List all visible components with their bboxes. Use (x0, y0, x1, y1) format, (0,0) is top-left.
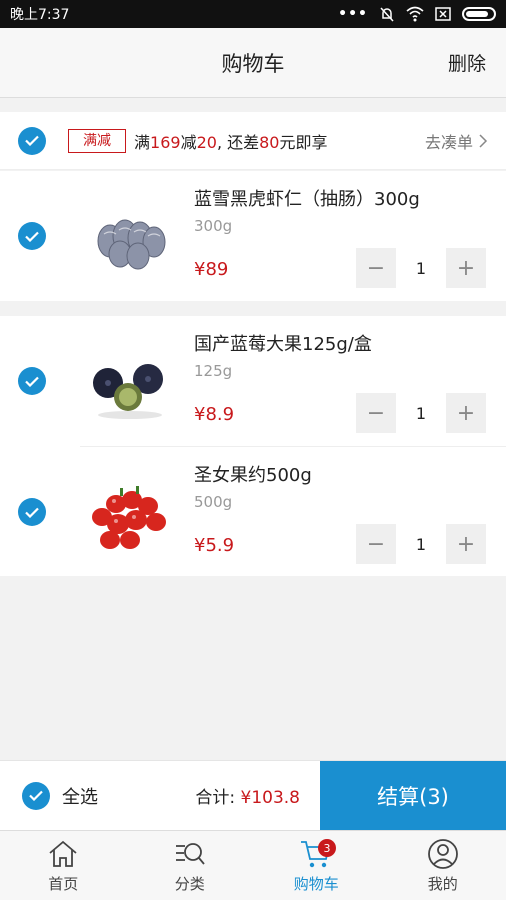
mute-bell-icon (380, 7, 394, 22)
battery-icon (462, 7, 496, 21)
tab-label: 分类 (174, 875, 205, 893)
promo-tag: 满减 (68, 128, 126, 153)
checkmark-icon (29, 790, 43, 801)
increase-quantity-button[interactable]: + (446, 393, 486, 433)
cart-group: 国产蓝莓大果125g/盒 125g ¥8.9 − 1 + 圣女果约500g 50… (0, 316, 506, 576)
item-name[interactable]: 国产蓝莓大果125g/盒 (194, 330, 372, 356)
increase-quantity-button[interactable]: + (446, 248, 486, 288)
delete-button[interactable]: 删除 (448, 49, 486, 76)
shrimp-image[interactable] (80, 186, 180, 286)
checkout-button[interactable]: 结算(3) (320, 760, 506, 831)
quantity-stepper: − 1 + (356, 393, 486, 433)
decrease-quantity-button[interactable]: − (356, 248, 396, 288)
item-price: ¥5.9 (194, 535, 235, 556)
cart-item: 圣女果约500g 500g ¥5.9 − 1 + (18, 446, 506, 576)
status-bar: 晚上7:37 ••• (0, 0, 506, 28)
item-select-checkbox[interactable] (18, 367, 46, 395)
item-spec: 300g (194, 217, 233, 235)
cart-item: 国产蓝莓大果125g/盒 125g ¥8.9 − 1 + (0, 316, 506, 446)
decrease-quantity-button[interactable]: − (356, 393, 396, 433)
item-price: ¥8.9 (194, 404, 235, 425)
item-spec: 125g (194, 362, 233, 380)
checkmark-icon (25, 135, 39, 146)
more-notifications-icon: ••• (338, 6, 368, 22)
promo-select-checkbox[interactable] (18, 126, 46, 155)
promo-row: 满减 满169减20, 还差80元即享 去凑单 (0, 112, 506, 170)
checkmark-icon (25, 376, 39, 387)
tab-category[interactable]: 分类 (127, 831, 254, 900)
tab-profile[interactable]: 我的 (380, 831, 506, 900)
tab-cart[interactable]: 3 购物车 (253, 831, 380, 900)
status-time: 晚上7:37 (10, 7, 70, 23)
item-name[interactable]: 蓝雪黑虎虾仁（抽肠）300g (194, 185, 420, 211)
quantity-value[interactable]: 1 (396, 393, 446, 433)
item-spec: 500g (194, 493, 233, 511)
cherry-tomato-image[interactable] (80, 462, 180, 562)
select-all-checkbox[interactable] (22, 781, 50, 810)
quantity-stepper: − 1 + (356, 524, 486, 564)
blueberry-image[interactable] (80, 331, 180, 431)
quantity-value[interactable]: 1 (396, 524, 446, 564)
wifi-icon (406, 6, 424, 22)
select-all-label[interactable]: 全选 (62, 783, 98, 809)
promo-text: 满169减20, 还差80元即享 (134, 132, 328, 152)
bottom-tab-bar: 首页 分类 3 购物车 我的 (0, 830, 506, 900)
decrease-quantity-button[interactable]: − (356, 524, 396, 564)
checkout-bar: 全选 合计: ¥103.8 结算(3) (0, 760, 506, 831)
item-select-checkbox[interactable] (18, 222, 46, 250)
tab-label: 我的 (427, 875, 458, 893)
no-sim-icon (435, 7, 451, 21)
cart-item: 蓝雪黑虎虾仁（抽肠）300g 300g ¥89 − 1 + (0, 171, 506, 301)
checkmark-icon (25, 507, 39, 518)
tab-label: 购物车 (293, 875, 339, 893)
page-header: 购物车 删除 (0, 28, 506, 98)
tab-home[interactable]: 首页 (0, 831, 127, 900)
total-price: 合计: ¥103.8 (195, 788, 300, 808)
tab-label: 首页 (48, 875, 79, 893)
add-on-items-link[interactable]: 去凑单 (425, 129, 488, 153)
page-title: 购物车 (221, 51, 285, 76)
cart-group: 蓝雪黑虎虾仁（抽肠）300g 300g ¥89 − 1 + (0, 171, 506, 301)
quantity-value[interactable]: 1 (396, 248, 446, 288)
item-select-checkbox[interactable] (18, 498, 46, 526)
category-search-icon (175, 843, 205, 865)
chevron-right-icon (479, 133, 488, 148)
profile-icon (427, 839, 458, 869)
cart-count-badge: 3 (318, 839, 336, 857)
item-price: ¥89 (194, 259, 229, 280)
home-icon (49, 840, 77, 867)
item-name[interactable]: 圣女果约500g (194, 461, 312, 487)
checkmark-icon (25, 231, 39, 242)
increase-quantity-button[interactable]: + (446, 524, 486, 564)
quantity-stepper: − 1 + (356, 248, 486, 288)
